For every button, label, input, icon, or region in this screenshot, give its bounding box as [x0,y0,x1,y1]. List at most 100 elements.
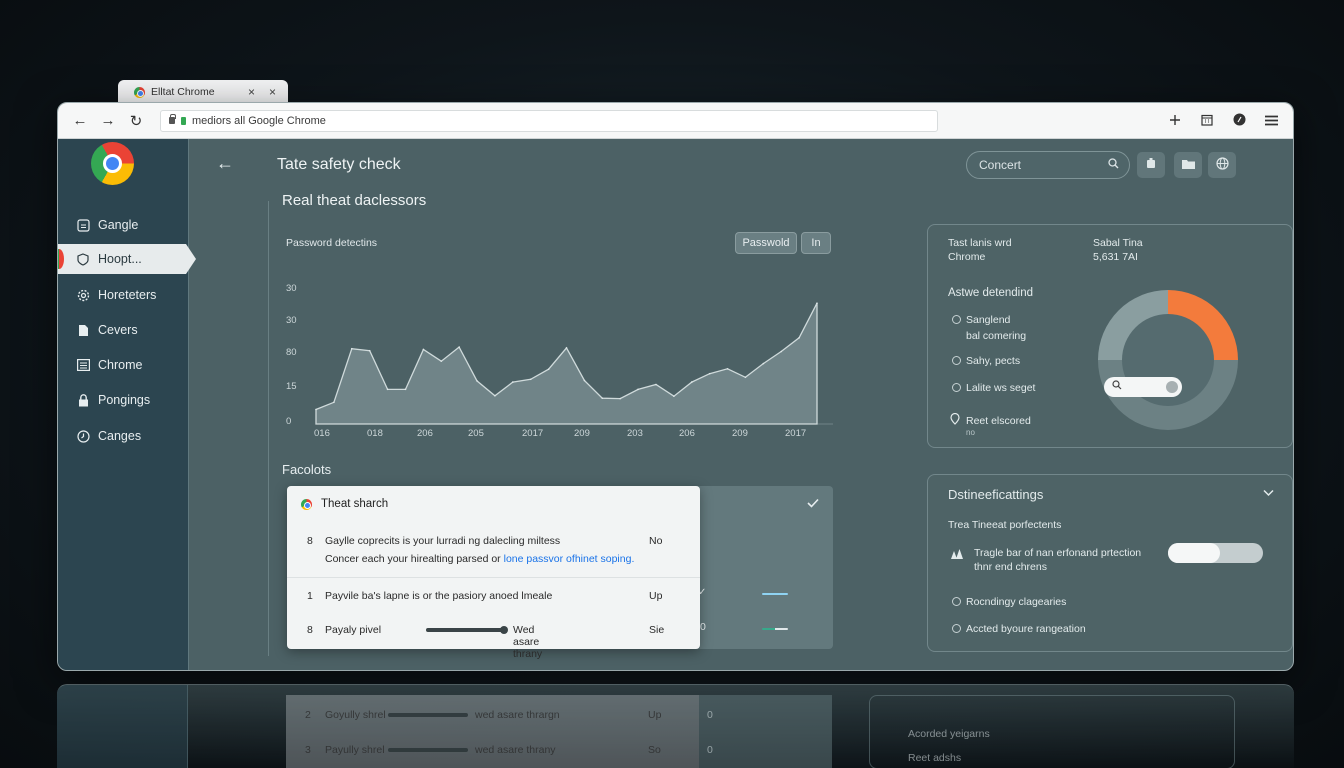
row-value: Sie [649,624,665,636]
sidebar-item-hoopt[interactable]: Hoopt... [58,244,196,274]
row-indicator [762,593,788,595]
tab-close-icon[interactable]: × [248,85,255,99]
option-label: Accted byoure rangeation [966,623,1086,635]
reflection-text: Acorded yeigarns [908,728,990,740]
facolots-title: Facolots [282,462,332,477]
bookmark-button[interactable] [1174,152,1202,178]
reflection-value: Up [648,709,662,721]
puzzle-icon [1146,158,1156,172]
divider [287,577,700,578]
chart-card: Password detectins Passwold In 30 30 80 … [280,224,833,450]
reflection-value: So [648,744,661,756]
summary-text: Tast lanis wrd [948,237,1012,249]
mini-search-toggle[interactable] [1104,377,1182,397]
browser-window: ← → ↻ mediors all Google Chrome Gangle H… [57,102,1294,671]
address-bar[interactable]: mediors all Google Chrome [160,109,938,132]
page-back-button[interactable]: ← [216,153,234,174]
sidebar-item-gangle[interactable]: Gangle [58,210,189,240]
back-button[interactable]: ← [66,112,94,129]
row-text: Concer each your hirealting parsed or lo… [325,553,634,565]
forward-button[interactable]: → [94,112,122,129]
option-radio[interactable] [952,597,961,606]
data-point [440,360,443,362]
settings-title: Dstineeficattings [948,487,1044,502]
data-point [458,346,460,348]
row-text: Payaly pivel Wed asare thrany [325,624,542,660]
data-point [404,388,407,391]
lock-icon [169,114,176,124]
site-info-icon [181,116,186,125]
option-radio[interactable] [952,383,961,392]
reflection-bar [388,748,468,752]
sidebar-item-label: Gangle [98,218,139,232]
chevron-down-icon[interactable] [1263,486,1274,500]
sidebar: Gangle Hoopt... Horeteters Cevers Chrome… [58,139,196,670]
data-point [547,368,550,371]
data-point [333,401,335,404]
grid-icon [76,218,90,232]
page-title: Tate safety check [277,156,401,173]
main-content: ← Tate safety check Concert Real theat d… [190,139,1293,670]
x-tick-label: 205 [468,428,484,439]
search-placeholder: Concert [979,158,1022,172]
data-point [708,372,711,375]
option-radio[interactable] [952,624,961,633]
search-input[interactable]: Concert [966,151,1130,179]
reflection-text: Goyully shrel [325,709,386,721]
threat-area-chart [315,302,833,425]
reload-button[interactable]: ↻ [122,112,150,130]
sidebar-item-cevers[interactable]: Cevers [58,315,189,345]
globe-button[interactable] [1208,152,1236,178]
row-text-part: Concer each your hirealting parsed or [325,553,504,565]
reflection-number: 3 [305,744,311,756]
sidebar-item-pongings[interactable]: Pongings [58,385,189,415]
reflection-sidebar [57,685,188,768]
menu-icon[interactable] [1263,113,1279,129]
sidebar-item-label: Cevers [98,323,138,337]
toggle-text: thnr end chrens [974,561,1047,573]
row-label: Payaly pivel [325,624,382,636]
reflection-text: Payully shrel [325,744,385,756]
data-point [368,349,371,352]
card-title: Theat sharch [321,498,389,510]
stat-label: Sabal Tina [1093,237,1143,249]
sidebar-item-chrome[interactable]: Chrome [58,350,189,380]
sidebar-item-label: Chrome [98,358,143,372]
browser-toolbar: ← → ↻ mediors all Google Chrome [58,103,1293,139]
list-icon [76,358,90,372]
row-link[interactable]: lone passvor ofhinet soping. [504,553,635,565]
calendar-icon[interactable] [1199,113,1215,129]
option-radio[interactable] [952,356,961,365]
data-point [619,397,621,400]
data-point [655,383,657,386]
summary-line: Tast lanis wrd Chrome [948,236,1012,264]
check-icon[interactable] [807,497,819,511]
section-title: Real theat daclessors [282,192,427,209]
threat-summary-card: Tast lanis wrd Chrome Sabal Tina 5,631 7AI… [927,224,1293,448]
reflection-number: 2 [305,709,311,721]
row-extra-value: 0 [700,621,706,633]
chrome-icon [134,86,145,98]
data-point [386,388,389,391]
protection-toggle[interactable] [1168,543,1263,563]
reflection-card [699,695,832,768]
reflection-extra: 0 [707,709,713,721]
profile-icon[interactable] [1231,113,1247,129]
extension-button[interactable] [1137,152,1165,178]
row-text: Payvile ba's lapne is or the pasiory ano… [325,590,553,602]
data-point [350,347,353,350]
area-series [315,302,818,425]
reflection-extra: 0 [707,744,713,756]
data-point [690,381,693,383]
data-point [637,388,639,391]
x-tick-label: 203 [627,428,643,439]
reflection-text: Reet adshs [908,752,962,764]
row-number: 8 [307,535,313,547]
pin-icon[interactable] [1167,113,1183,129]
close-icon[interactable]: × [269,85,276,99]
sidebar-item-horeteters[interactable]: Horeteters [58,280,189,310]
sidebar-item-canges[interactable]: Canges [58,421,189,451]
browser-tab[interactable]: Elltat Chrome × × [118,80,288,104]
option-label: bal comering [966,330,1027,342]
option-radio[interactable] [952,315,961,324]
